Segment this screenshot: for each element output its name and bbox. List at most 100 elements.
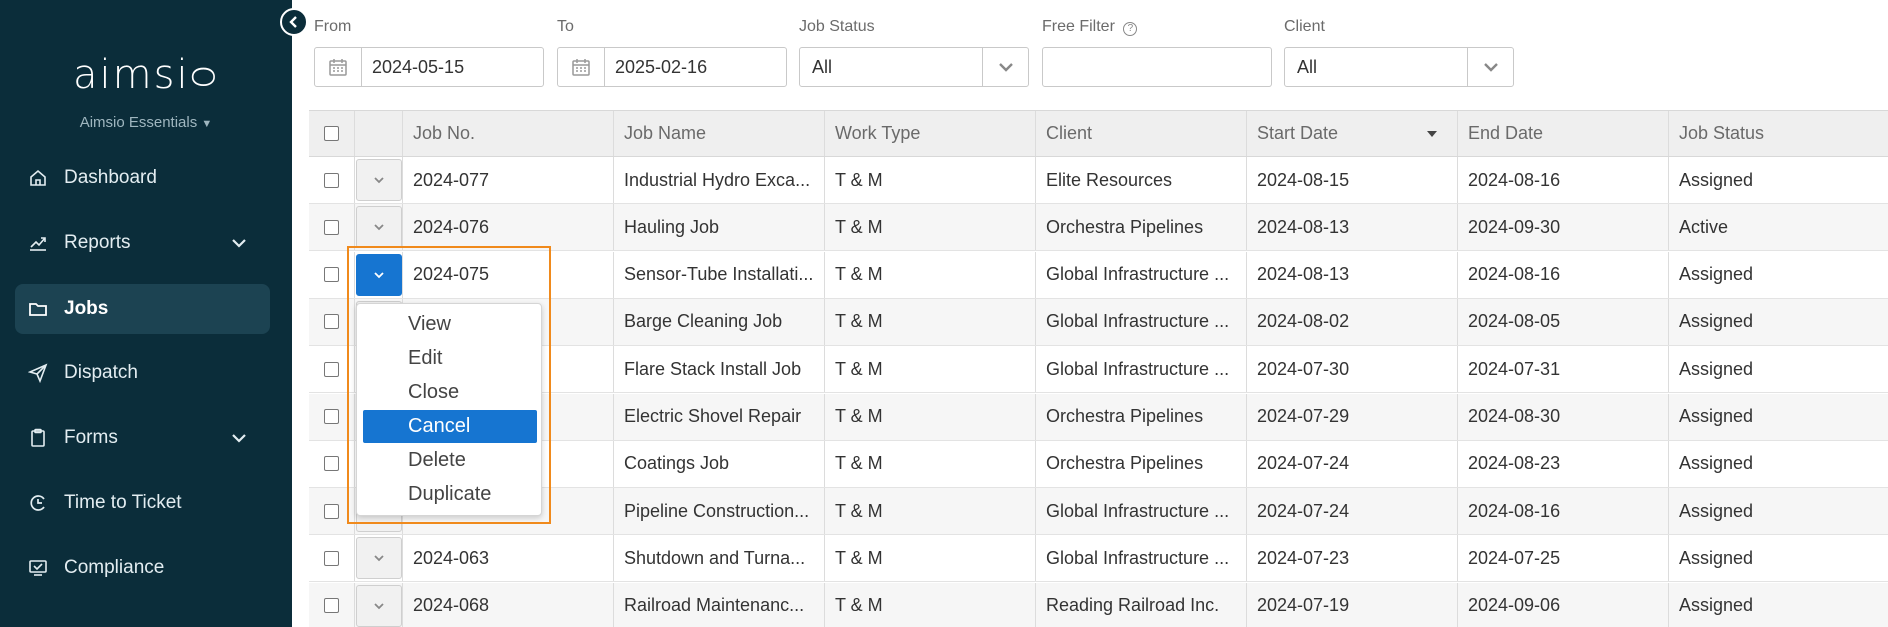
menu-item-close[interactable]: Close [363, 376, 537, 409]
table-row[interactable]: 2024-077 Industrial Hydro Exca... T & M Eli… [309, 157, 1888, 204]
cell-job-status: Assigned [1668, 346, 1888, 393]
to-label: To [557, 18, 574, 35]
sidebar-item-label: Time to Ticket [64, 492, 182, 513]
cell-job-name: Coatings Job [613, 440, 824, 487]
header-job-status[interactable]: Job Status [1668, 111, 1888, 156]
cell-work-type: T & M [824, 204, 1035, 251]
sidebar-item-compliance[interactable]: Compliance [15, 543, 270, 593]
cell-end-date: 2024-08-05 [1457, 298, 1668, 345]
table-row[interactable]: 2024-063 Shutdown and Turna... T & M Global… [309, 535, 1888, 583]
cell-job-no: 2024-075 [402, 251, 613, 298]
cell-end-date: 2024-09-30 [1457, 204, 1668, 251]
chevron-down-icon [373, 555, 384, 562]
cell-work-type: T & M [824, 251, 1035, 298]
cell-client: Reading Railroad Inc. [1035, 582, 1246, 627]
calendar-icon[interactable] [315, 48, 362, 86]
job-status-label: Job Status [799, 18, 875, 35]
row-checkbox[interactable] [324, 361, 339, 377]
row-actions-button[interactable] [355, 584, 402, 627]
sidebar-item-label: Dashboard [64, 167, 157, 188]
send-icon [28, 363, 48, 383]
cell-start-date: 2024-07-30 [1246, 346, 1457, 393]
chevron-down-icon [373, 224, 384, 231]
table-row[interactable]: Flare Stack Install Job T & M Global Infra… [309, 346, 1888, 394]
header-client[interactable]: Client [1035, 111, 1246, 156]
row-actions-cell [354, 251, 402, 298]
menu-item-edit[interactable]: Edit [363, 342, 537, 375]
calendar-icon[interactable] [558, 48, 605, 86]
cell-start-date: 2024-07-29 [1246, 393, 1457, 440]
sidebar: aimsiᴑ Aimsio Essentials ▼ Dashboard Rep… [0, 0, 292, 627]
free-filter-input[interactable] [1042, 47, 1272, 87]
row-select-cell [309, 346, 354, 392]
to-date-field[interactable]: 2025-02-16 [557, 47, 787, 87]
header-job-no[interactable]: Job No. [402, 111, 613, 156]
time-ticket-icon [28, 493, 48, 513]
sidebar-item-dashboard[interactable]: Dashboard [15, 153, 270, 203]
header-job-name[interactable]: Job Name [613, 111, 824, 156]
header-start-date[interactable]: Start Date [1246, 111, 1457, 156]
app-logo: aimsiᴑ [73, 52, 219, 98]
menu-item-cancel[interactable]: Cancel [363, 410, 537, 443]
cell-job-name: Shutdown and Turna... [613, 535, 824, 582]
sidebar-item-dispatch[interactable]: Dispatch [15, 348, 270, 398]
help-icon[interactable]: ? [1123, 22, 1138, 36]
row-actions-button[interactable] [355, 253, 402, 296]
cell-start-date: 2024-07-23 [1246, 535, 1457, 582]
row-checkbox[interactable] [324, 550, 339, 566]
table-row[interactable]: Pipeline Construction... T & M Global Infr… [309, 488, 1888, 536]
chevron-down-icon[interactable] [1467, 48, 1513, 86]
chevron-down-icon: ▼ [201, 118, 213, 130]
row-checkbox[interactable] [324, 409, 339, 424]
row-checkbox[interactable] [324, 456, 339, 472]
row-checkbox[interactable] [324, 503, 339, 519]
cell-job-status: Assigned [1668, 535, 1888, 582]
home-icon [28, 168, 48, 188]
header-work-type[interactable]: Work Type [824, 111, 1035, 156]
row-checkbox[interactable] [324, 267, 339, 283]
row-checkbox[interactable] [324, 172, 339, 188]
cell-job-status: Assigned [1668, 298, 1888, 345]
row-actions-menu: View Edit Close Cancel Delete Duplicate [356, 303, 542, 516]
from-date-field[interactable]: 2024-05-15 [314, 47, 544, 87]
row-actions-button[interactable] [355, 537, 402, 580]
table-row[interactable]: 2024-075 Sensor-Tube Installati... T & M Gl… [309, 251, 1888, 299]
sidebar-item-label: Reports [64, 232, 131, 253]
row-actions-button[interactable] [355, 159, 402, 201]
menu-item-view[interactable]: View [363, 308, 537, 341]
workspace-selector[interactable]: Aimsio Essentials ▼ [0, 114, 292, 131]
row-actions-button[interactable] [355, 206, 402, 249]
cell-start-date: 2024-08-13 [1246, 251, 1457, 298]
sidebar-item-time-to-ticket[interactable]: Time to Ticket [15, 478, 270, 528]
table-row[interactable]: Coatings Job T & M Orchestra Pipelines 2024… [309, 440, 1888, 488]
row-checkbox[interactable] [324, 219, 339, 235]
row-actions-cell [354, 582, 402, 627]
cell-job-name: Pipeline Construction... [613, 488, 824, 535]
sidebar-item-forms[interactable]: Forms [15, 413, 270, 463]
client-select[interactable]: All [1284, 47, 1514, 87]
cell-client: Elite Resources [1035, 157, 1246, 203]
sidebar-item-jobs[interactable]: Jobs [15, 284, 270, 334]
select-all-checkbox[interactable] [324, 126, 339, 141]
free-filter-label-text: Free Filter [1042, 18, 1115, 35]
collapse-sidebar-button[interactable] [280, 8, 308, 36]
header-end-date[interactable]: End Date [1457, 111, 1668, 156]
row-select-cell [309, 488, 354, 534]
row-checkbox[interactable] [324, 314, 339, 330]
header-start-date-label: Start Date [1257, 123, 1339, 143]
menu-item-duplicate[interactable]: Duplicate [363, 478, 537, 511]
table-row[interactable]: 2024-076 Hauling Job T & M Orchestra Pipeli… [309, 204, 1888, 252]
cell-end-date: 2024-07-25 [1457, 535, 1668, 582]
table-row[interactable]: Electric Shovel Repair T & M Orchestra Pip… [309, 393, 1888, 441]
job-status-select[interactable]: All [799, 47, 1029, 87]
cell-end-date: 2024-09-06 [1457, 582, 1668, 627]
cell-client: Orchestra Pipelines [1035, 204, 1246, 251]
menu-item-delete[interactable]: Delete [363, 444, 537, 477]
cell-work-type: T & M [824, 488, 1035, 535]
table-row[interactable]: 2024-068 Railroad Maintenanc... T & M Readi… [309, 582, 1888, 627]
chevron-down-icon [232, 239, 246, 248]
sidebar-item-reports[interactable]: Reports [15, 218, 270, 268]
table-row[interactable]: Barge Cleaning Job T & M Global Infrastruc… [309, 298, 1888, 346]
chevron-down-icon[interactable] [982, 48, 1028, 86]
row-checkbox[interactable] [324, 598, 339, 614]
